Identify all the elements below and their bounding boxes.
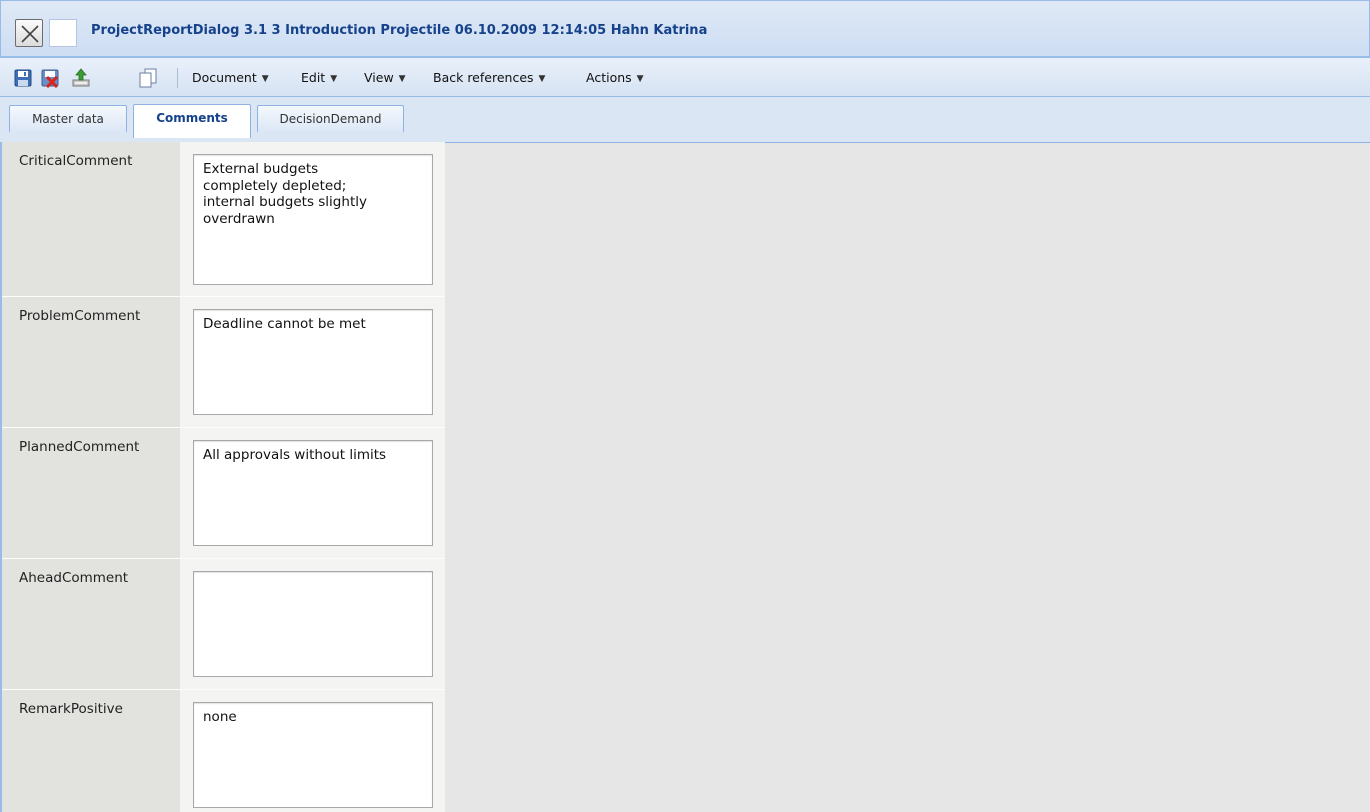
- menu-document-label: Document: [192, 70, 257, 85]
- form-row-remark-positive: RemarkPositive none: [2, 690, 445, 812]
- menu-document[interactable]: Document ▼: [192, 70, 269, 85]
- window-title-bar: ProjectReportDialog 3.1 3 Introduction P…: [0, 0, 1370, 57]
- save-icon[interactable]: [13, 68, 33, 88]
- chevron-down-icon: ▼: [636, 74, 644, 84]
- form-row-planned-comment: PlannedComment All approvals without lim…: [2, 428, 445, 559]
- menu-actions[interactable]: Actions ▼: [586, 70, 644, 85]
- planned-comment-textarea[interactable]: All approvals without limits: [193, 440, 433, 546]
- toolbar: Document ▼ Edit ▼ View ▼ Back references ▼ A…: [0, 58, 1370, 97]
- remark-positive-textarea[interactable]: none: [193, 702, 433, 808]
- field-cell: none: [180, 690, 445, 812]
- field-label-cell: RemarkPositive: [2, 690, 180, 812]
- field-label-cell: CriticalComment: [2, 142, 180, 297]
- tab-comments-label: Comments: [156, 111, 228, 125]
- menu-back-references[interactable]: Back references ▼: [433, 70, 545, 85]
- ahead-comment-textarea[interactable]: [193, 571, 433, 677]
- field-label-cell: PlannedComment: [2, 428, 180, 559]
- field-label: PlannedComment: [19, 439, 140, 455]
- problem-comment-textarea[interactable]: Deadline cannot be met: [193, 309, 433, 415]
- upload-icon[interactable]: [71, 68, 91, 88]
- close-button[interactable]: [15, 19, 43, 47]
- field-cell: External budgets completely depleted; in…: [180, 142, 445, 297]
- tab-strip: Master data Comments DecisionDemand: [0, 97, 1370, 143]
- field-label-cell: AheadComment: [2, 559, 180, 690]
- field-cell: [180, 559, 445, 690]
- field-label: ProblemComment: [19, 308, 141, 324]
- discard-icon[interactable]: [40, 68, 60, 89]
- chevron-down-icon: ▼: [398, 74, 406, 84]
- field-label-cell: ProblemComment: [2, 297, 180, 428]
- form-row-ahead-comment: AheadComment: [2, 559, 445, 690]
- field-label: RemarkPositive: [19, 701, 123, 717]
- form-row-problem-comment: ProblemComment Deadline cannot be met: [2, 297, 445, 428]
- menu-actions-label: Actions: [586, 70, 632, 85]
- field-cell: All approvals without limits: [180, 428, 445, 559]
- field-cell: Deadline cannot be met: [180, 297, 445, 428]
- tab-decision-demand-label: DecisionDemand: [279, 112, 382, 126]
- field-label: CriticalComment: [19, 153, 133, 169]
- document-icon: [49, 19, 77, 47]
- tab-master-data[interactable]: Master data: [9, 105, 127, 132]
- chevron-down-icon: ▼: [538, 74, 546, 84]
- close-icon: [21, 25, 39, 43]
- toolbar-separator: [177, 68, 178, 88]
- copy-icon[interactable]: [137, 68, 157, 88]
- tab-decision-demand[interactable]: DecisionDemand: [257, 105, 404, 132]
- menu-view[interactable]: View ▼: [364, 70, 406, 85]
- critical-comment-textarea[interactable]: External budgets completely depleted; in…: [193, 154, 433, 285]
- form-row-critical-comment: CriticalComment External budgets complet…: [2, 142, 445, 297]
- menu-edit[interactable]: Edit ▼: [301, 70, 337, 85]
- tab-comments[interactable]: Comments: [133, 104, 251, 138]
- menu-edit-label: Edit: [301, 70, 326, 85]
- menu-back-references-label: Back references: [433, 70, 534, 85]
- field-label: AheadComment: [19, 570, 129, 586]
- chevron-down-icon: ▼: [330, 74, 338, 84]
- chevron-down-icon: ▼: [261, 74, 269, 84]
- menu-view-label: View: [364, 70, 394, 85]
- window-title: ProjectReportDialog 3.1 3 Introduction P…: [91, 23, 708, 38]
- tab-master-data-label: Master data: [32, 112, 104, 126]
